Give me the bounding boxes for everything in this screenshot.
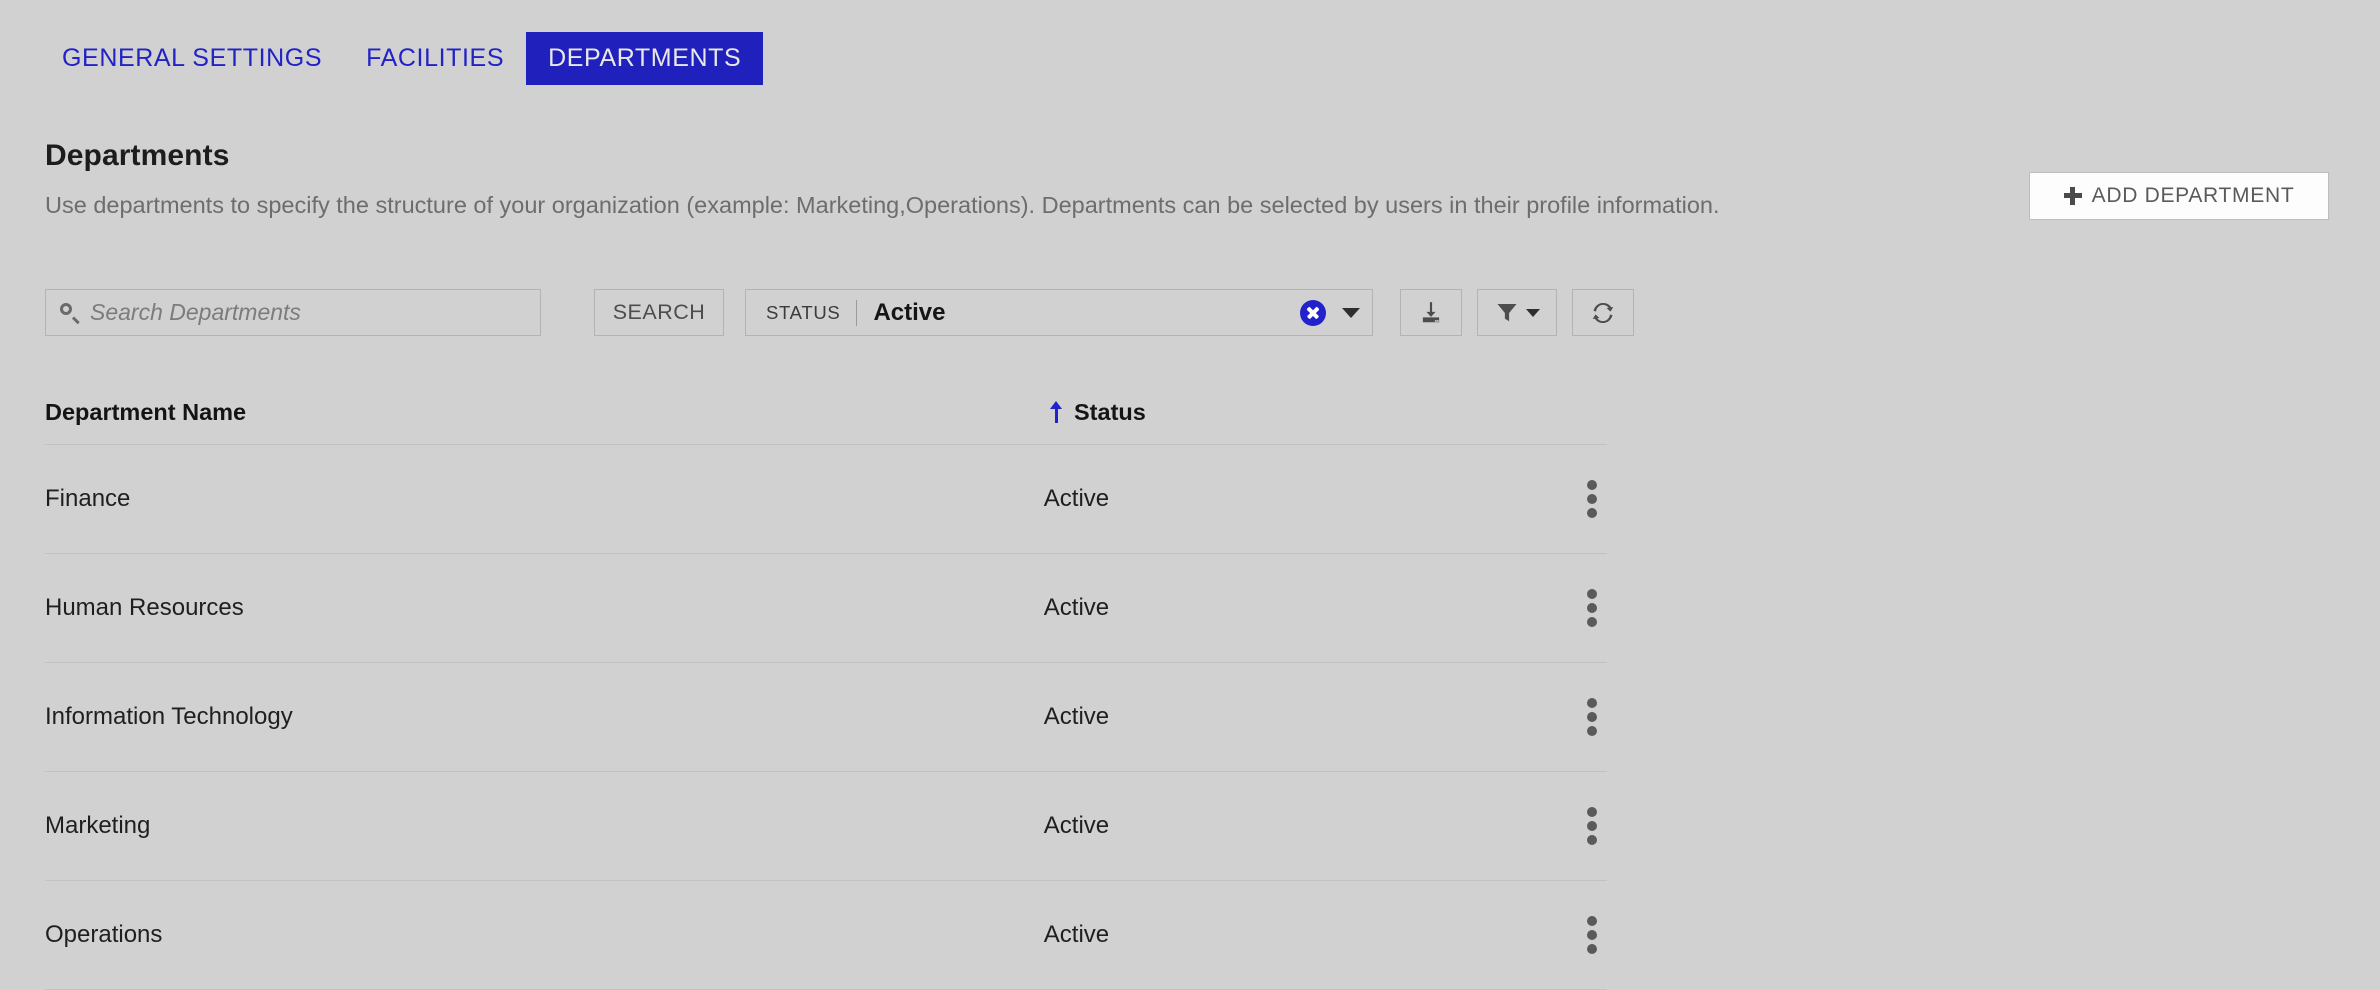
table-row[interactable]: Information Technology Active bbox=[45, 663, 1607, 772]
filter-chevron-down-icon[interactable] bbox=[1525, 308, 1540, 317]
status-filter-value: Active bbox=[873, 298, 946, 326]
cell-status: Active bbox=[1043, 594, 1110, 621]
table-row[interactable]: Operations Active bbox=[45, 881, 1607, 990]
refresh-button[interactable] bbox=[1572, 289, 1634, 336]
sort-ascending-icon bbox=[1050, 401, 1062, 423]
row-actions-menu-icon[interactable] bbox=[1577, 805, 1607, 847]
row-actions-menu-icon[interactable] bbox=[1577, 696, 1607, 738]
row-actions-menu-icon[interactable] bbox=[1577, 587, 1607, 629]
tab-departments[interactable]: DEPARTMENTS bbox=[526, 32, 764, 85]
add-department-button[interactable]: ADD DEPARTMENT bbox=[2029, 172, 2329, 220]
cell-status: Active bbox=[1043, 921, 1110, 948]
cell-actions bbox=[1332, 696, 1607, 738]
column-header-status-label: Status bbox=[1074, 398, 1146, 425]
status-filter-label: STATUS bbox=[766, 301, 841, 323]
row-actions-menu-icon[interactable] bbox=[1577, 914, 1607, 956]
column-header-department-name[interactable]: Department Name bbox=[45, 399, 1050, 426]
chevron-down-icon[interactable] bbox=[1342, 307, 1360, 318]
search-input[interactable] bbox=[88, 298, 512, 327]
refresh-icon bbox=[1592, 302, 1614, 323]
funnel-icon bbox=[1497, 303, 1516, 321]
search-button[interactable]: SEARCH bbox=[594, 289, 724, 336]
clear-filter-icon[interactable] bbox=[1300, 299, 1326, 326]
tab-facilities[interactable]: FACILITIES bbox=[344, 32, 526, 85]
cell-actions bbox=[1332, 587, 1607, 629]
departments-settings-page: GENERAL SETTINGS FACILITIES DEPARTMENTS … bbox=[0, 0, 2380, 990]
status-filter-chip[interactable]: STATUS Active bbox=[745, 289, 1373, 336]
download-icon bbox=[1422, 301, 1440, 322]
table-row[interactable]: Marketing Active bbox=[45, 772, 1607, 881]
page-description: Use departments to specify the structure… bbox=[45, 192, 1720, 218]
cell-status: Active bbox=[1043, 703, 1110, 730]
export-button[interactable] bbox=[1400, 289, 1462, 336]
table-row[interactable]: Finance Active bbox=[45, 445, 1607, 554]
cell-actions bbox=[1332, 914, 1607, 956]
row-actions-menu-icon[interactable] bbox=[1577, 478, 1607, 520]
cell-department-name: Human Resources bbox=[45, 594, 244, 621]
tab-departments-label: DEPARTMENTS bbox=[548, 44, 742, 72]
chip-divider bbox=[856, 299, 858, 326]
cell-department-name: Finance bbox=[45, 485, 131, 512]
search-icon bbox=[60, 302, 80, 323]
cell-status: Active bbox=[1043, 485, 1110, 512]
cell-department-name: Operations bbox=[45, 921, 163, 948]
cell-department-name: Marketing bbox=[45, 812, 151, 839]
tab-general-settings[interactable]: GENERAL SETTINGS bbox=[62, 32, 344, 85]
departments-table: Department Name Status Finance Active Hu… bbox=[45, 380, 1607, 990]
search-field-wrapper[interactable] bbox=[45, 289, 541, 336]
add-department-button-label: ADD DEPARTMENT bbox=[2091, 184, 2295, 207]
tab-facilities-label: FACILITIES bbox=[366, 44, 505, 72]
cell-department-name: Information Technology bbox=[45, 703, 293, 730]
search-button-label: SEARCH bbox=[612, 300, 706, 324]
cell-actions bbox=[1332, 805, 1607, 847]
table-row[interactable]: Human Resources Active bbox=[45, 554, 1607, 663]
cell-status: Active bbox=[1043, 812, 1110, 839]
filter-button[interactable] bbox=[1477, 289, 1557, 336]
page-title: Departments bbox=[45, 139, 230, 172]
tab-general-settings-label: GENERAL SETTINGS bbox=[62, 44, 323, 72]
column-header-status[interactable]: Status bbox=[1050, 399, 1146, 426]
table-header-row: Department Name Status bbox=[45, 380, 1607, 445]
cell-actions bbox=[1332, 478, 1607, 520]
settings-tabbar: GENERAL SETTINGS FACILITIES DEPARTMENTS bbox=[62, 32, 764, 85]
plus-icon bbox=[2063, 187, 2082, 205]
